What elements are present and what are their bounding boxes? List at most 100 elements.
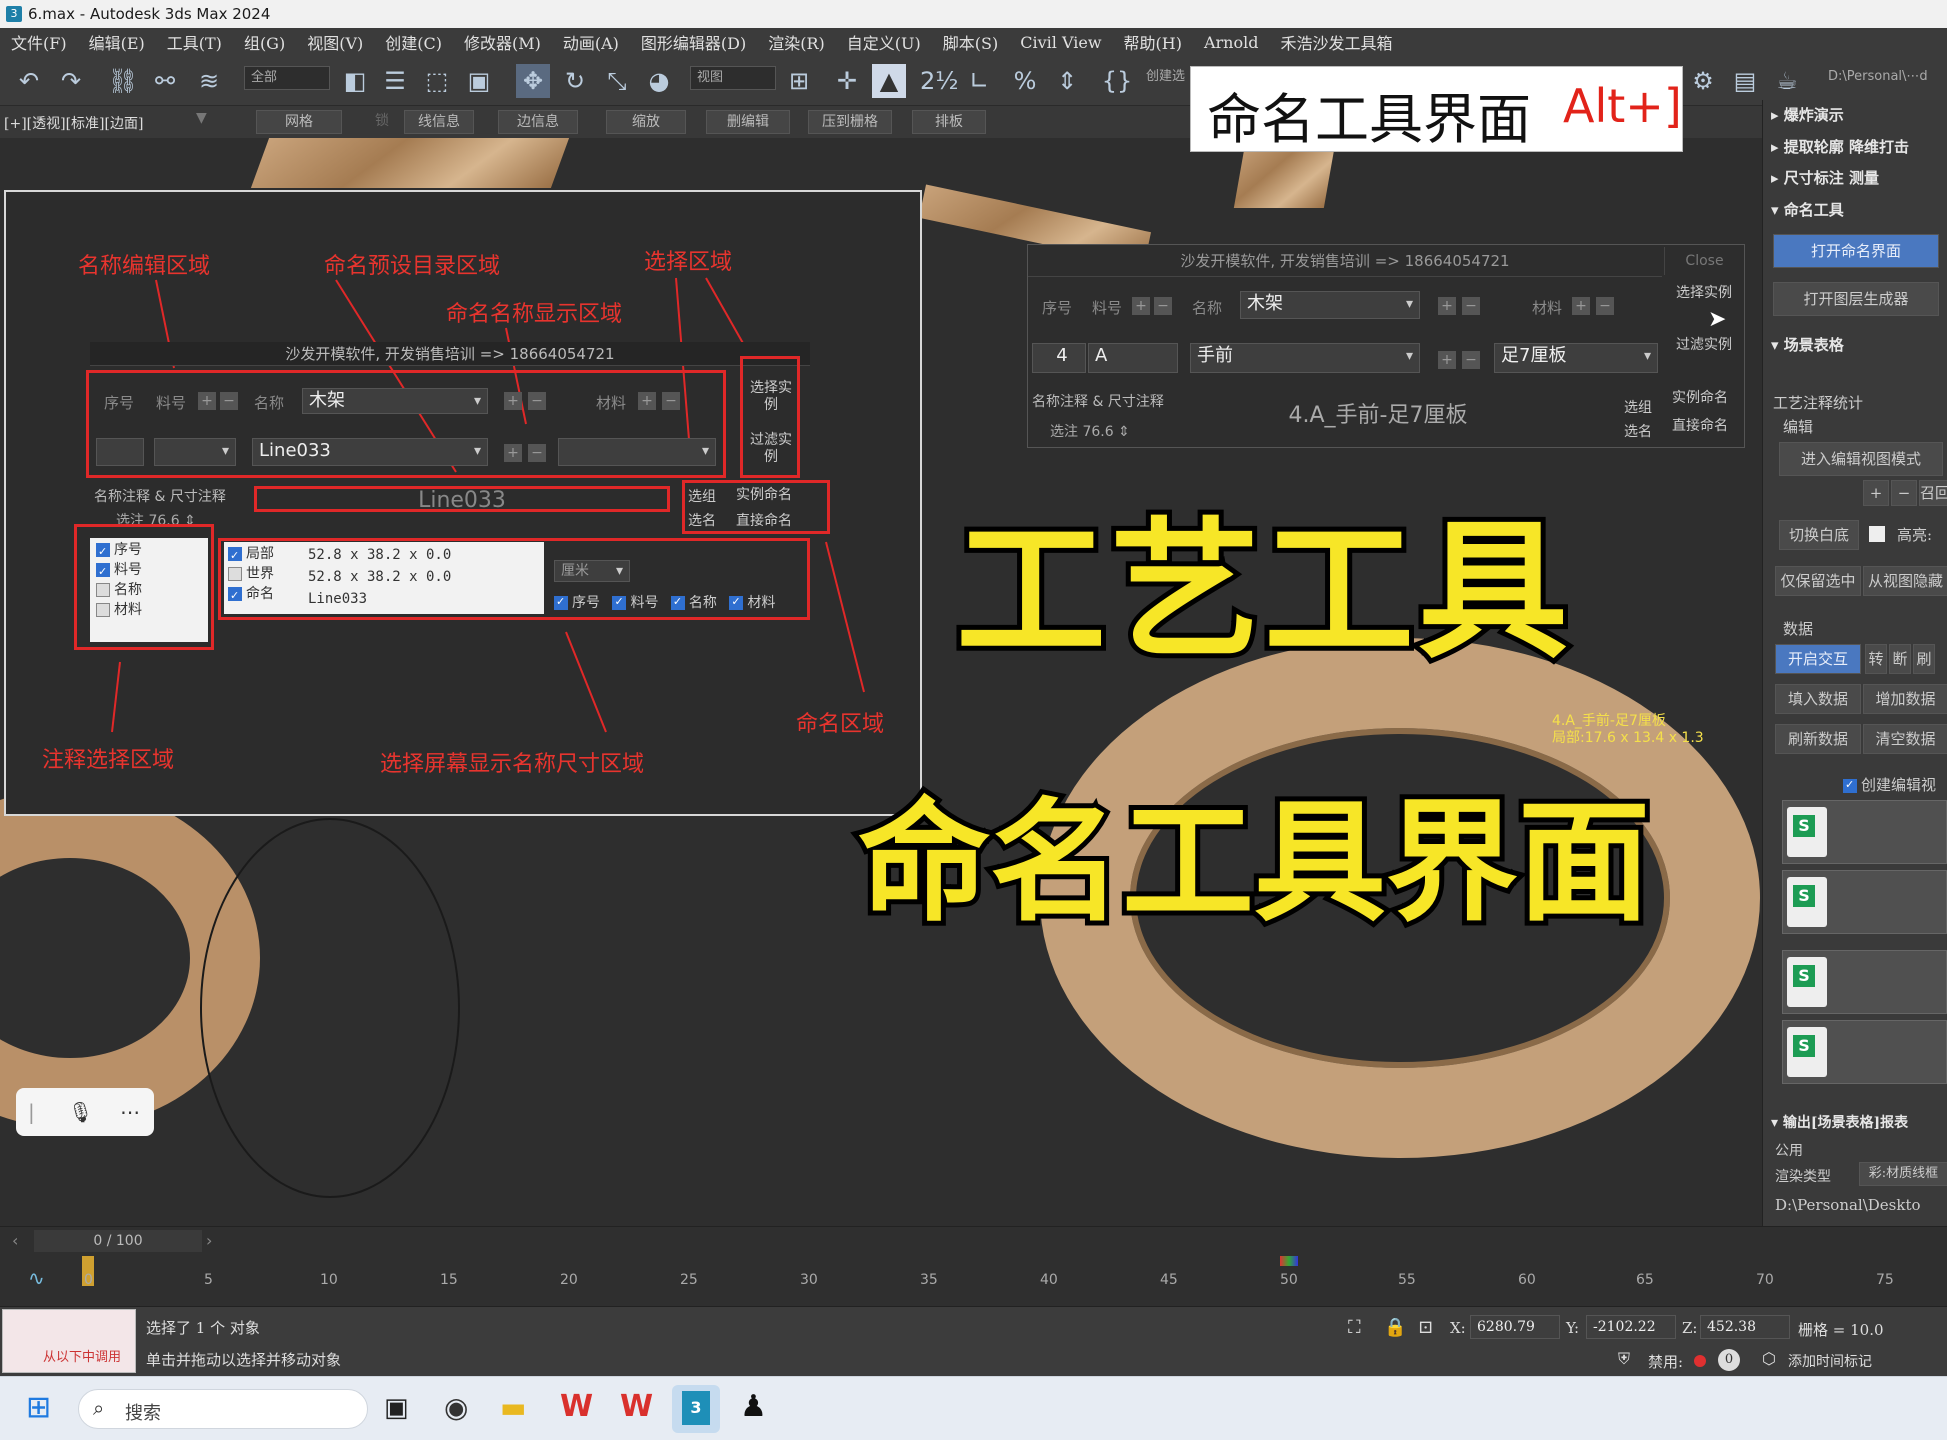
menu-arnold[interactable]: Arnold xyxy=(1193,33,1270,52)
isolate-icon[interactable]: ⛶ xyxy=(1348,1317,1361,1338)
keyboard-shortcut-override-icon[interactable]: ▲ xyxy=(872,64,906,98)
time-tag-icon[interactable]: ⬡ xyxy=(1762,1349,1776,1368)
drag-handle-icon[interactable]: | xyxy=(28,1088,35,1136)
rotate-icon[interactable]: ↻ xyxy=(558,64,592,98)
switch-white-bg-button[interactable]: 切换白底 xyxy=(1779,520,1859,550)
seq-input[interactable] xyxy=(96,438,144,466)
layout-board-button[interactable]: 排板 xyxy=(912,110,986,134)
render-type-dropdown[interactable]: 彩:材质线框 xyxy=(1859,1162,1947,1186)
convert-button[interactable]: 转 xyxy=(1865,644,1887,674)
link-icon[interactable]: ⛓ xyxy=(106,64,140,98)
x-coordinate[interactable]: 6280.79 xyxy=(1470,1315,1560,1339)
wps-icon[interactable]: W xyxy=(560,1389,593,1424)
rollout-dimension[interactable]: ▸ 尺寸标注 测量 xyxy=(1763,165,1947,191)
instance-naming-button[interactable]: 实例命名 xyxy=(736,484,792,504)
menu-file[interactable]: 文件(F) xyxy=(0,30,78,54)
edge-info-button[interactable]: 边信息 xyxy=(498,110,578,134)
rollout-explode-demo[interactable]: ▸ 爆炸演示 xyxy=(1763,102,1947,128)
minus-icon[interactable]: − xyxy=(1596,297,1614,315)
ref-coord-dropdown[interactable]: 视图 xyxy=(690,66,776,90)
instance-naming-button[interactable]: 实例命名 xyxy=(1672,387,1728,407)
hide-from-view-button[interactable]: 从视图隐藏 xyxy=(1863,566,1947,596)
wps-icon[interactable]: W xyxy=(620,1389,653,1424)
rendered-frame-icon[interactable]: ▤ xyxy=(1728,64,1762,98)
scene-table-thumbnail[interactable]: S xyxy=(1782,1020,1947,1084)
track-bar[interactable]: ∿ xyxy=(0,1256,1947,1306)
rect-selection-icon[interactable]: ⬚ xyxy=(420,64,454,98)
open-naming-button[interactable]: 打开命名界面 xyxy=(1773,234,1939,268)
unit-dropdown[interactable]: 厘米 xyxy=(554,560,630,582)
break-button[interactable]: 断 xyxy=(1889,644,1911,674)
lock-icon[interactable]: 🔒 xyxy=(1384,1317,1406,1338)
keep-selected-button[interactable]: 仅保留选中 xyxy=(1775,566,1861,596)
select-name-button[interactable]: 选名 xyxy=(688,510,716,530)
refresh-data-button[interactable]: 刷新数据 xyxy=(1775,724,1861,754)
open-layer-generator-button[interactable]: 打开图层生成器 xyxy=(1773,282,1939,316)
brush-button[interactable]: 刷 xyxy=(1913,644,1935,674)
annotation-spinner[interactable]: 选注 76.6 ⇕ xyxy=(1050,421,1130,441)
obs-icon[interactable]: ◉ xyxy=(444,1391,468,1424)
lock-button[interactable]: 锁 xyxy=(364,110,400,134)
filter-instance-button[interactable]: 过滤实例 xyxy=(748,432,794,466)
mesh-button[interactable]: 网格 xyxy=(256,110,342,134)
render-icon[interactable]: ☕ xyxy=(1770,64,1804,98)
mode-name[interactable]: 命名 xyxy=(228,584,274,606)
microphone-icon[interactable]: 🎙 xyxy=(68,1088,93,1136)
create-edit-view-check[interactable]: 创建编辑视 xyxy=(1843,774,1936,795)
plus-icon[interactable]: + xyxy=(1572,297,1590,315)
qq-icon[interactable]: ♟ xyxy=(740,1389,767,1424)
bind-spacewarp-icon[interactable]: ≋ xyxy=(192,64,226,98)
file-explorer-icon[interactable]: ▬ xyxy=(500,1391,526,1424)
delete-edit-button[interactable]: 删编辑 xyxy=(706,110,790,134)
material-dropdown[interactable]: 足7厘板 xyxy=(1494,343,1658,373)
task-view-icon[interactable]: ▣ xyxy=(384,1393,409,1423)
percent-snap-icon[interactable]: % xyxy=(1008,64,1042,98)
name-preset-dropdown[interactable]: 木架 xyxy=(1240,291,1420,319)
menu-view[interactable]: 视图(V) xyxy=(296,30,374,54)
scale-icon[interactable]: ⤡ xyxy=(600,64,634,98)
material-dropdown[interactable] xyxy=(558,438,716,466)
filter-instance-button[interactable]: 过滤实例 xyxy=(1672,337,1736,354)
fill-data-button[interactable]: 填入数据 xyxy=(1775,684,1861,714)
check-name[interactable]: 名称 xyxy=(96,580,202,600)
name-dropdown[interactable]: 手前 xyxy=(1190,343,1420,373)
menu-group[interactable]: 组(G) xyxy=(233,30,296,54)
check-seq[interactable]: 序号 xyxy=(96,540,202,562)
close-button[interactable]: Close xyxy=(1664,247,1744,275)
spinner-snap-icon[interactable]: ⇕ xyxy=(1050,64,1084,98)
enter-edit-view-button[interactable]: 进入编辑视图模式 xyxy=(1779,442,1943,476)
minus-icon[interactable]: − xyxy=(1462,351,1480,369)
rollout-scene-table[interactable]: ▾ 场景表格 xyxy=(1763,332,1947,358)
press-to-grid-button[interactable]: 压到栅格 xyxy=(808,110,892,134)
mat-no-input[interactable]: A xyxy=(1088,343,1178,373)
recall-button[interactable]: 召回 xyxy=(1919,480,1947,506)
menu-rendering[interactable]: 渲染(R) xyxy=(757,30,836,54)
minus-icon[interactable]: − xyxy=(528,392,546,410)
display-check-material[interactable]: 材料 xyxy=(729,595,775,611)
menu-edit[interactable]: 编辑(E) xyxy=(78,30,156,54)
select-instance-button[interactable]: 选择实例 xyxy=(748,380,794,414)
display-check-name[interactable]: 名称 xyxy=(670,595,717,611)
minus-icon[interactable]: − xyxy=(1462,297,1480,315)
name-preset-dropdown[interactable]: 木架 xyxy=(302,388,488,414)
menu-create[interactable]: 创建(C) xyxy=(374,30,453,54)
rollout-naming-tool[interactable]: ▾ 命名工具 xyxy=(1763,197,1947,223)
menu-customize[interactable]: 自定义(U) xyxy=(836,30,932,54)
taskbar-search-box[interactable]: ⌕ 搜索 xyxy=(78,1389,368,1429)
display-check-seq[interactable]: 序号 xyxy=(554,595,600,611)
minus-icon[interactable]: − xyxy=(662,392,680,410)
menu-scripting[interactable]: 脚本(S) xyxy=(932,30,1009,54)
size-annotation-button[interactable]: 尺寸注释 xyxy=(170,489,226,505)
display-check-mat-no[interactable]: 料号 xyxy=(612,595,658,611)
plus-icon[interactable]: + xyxy=(638,392,656,410)
window-crossing-icon[interactable]: ▣ xyxy=(462,64,496,98)
move-icon[interactable]: ✥ xyxy=(516,64,550,98)
select-object-icon[interactable]: ◧ xyxy=(338,64,372,98)
select-group-button[interactable]: 选组 xyxy=(688,486,716,506)
direct-naming-button[interactable]: 直接命名 xyxy=(736,510,792,530)
plus-icon[interactable]: + xyxy=(1863,480,1889,506)
plus-icon[interactable]: + xyxy=(198,392,216,410)
plus-icon[interactable]: + xyxy=(1438,297,1456,315)
mode-world[interactable]: 世界 xyxy=(228,564,274,584)
menu-help[interactable]: 帮助(H) xyxy=(1113,30,1193,54)
